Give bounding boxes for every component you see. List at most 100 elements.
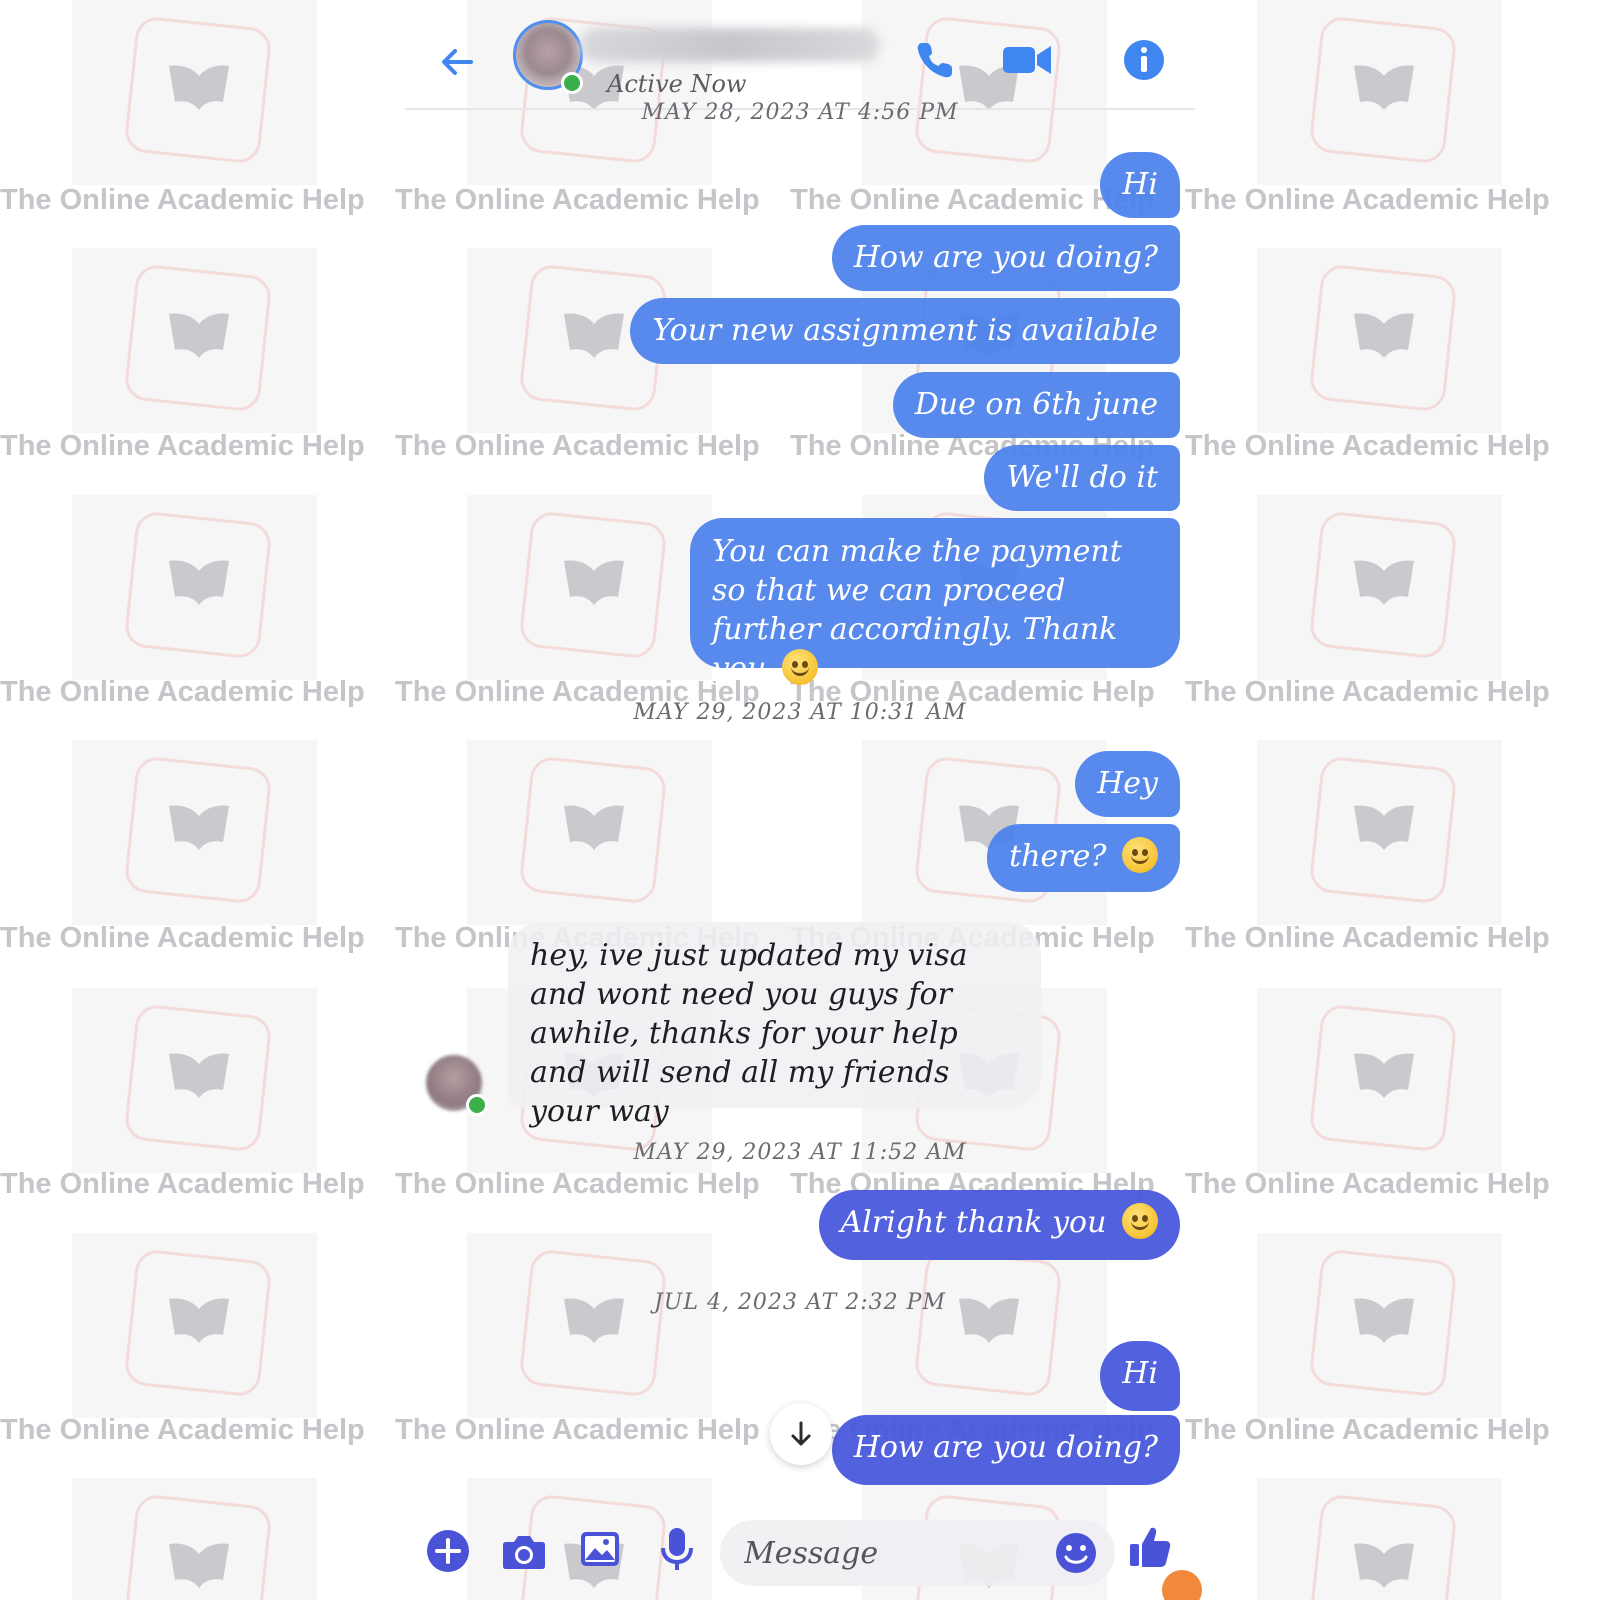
book-icon: [1354, 65, 1414, 110]
sent-message-bubble[interactable]: How are you doing?: [831, 225, 1180, 291]
like-button[interactable]: [1127, 1522, 1177, 1572]
book-icon: [1354, 1298, 1414, 1343]
watermark-logo: [467, 1233, 712, 1418]
plus-icon: [427, 1530, 469, 1572]
sent-message-bubble[interactable]: You can make the payment so that we can …: [690, 518, 1180, 686]
info-icon: [1124, 40, 1164, 80]
book-icon: [1354, 1543, 1414, 1588]
watermark-text: The Online Academic Help: [395, 1168, 760, 1200]
book-icon: [1354, 313, 1414, 358]
book-icon: [564, 805, 624, 850]
watermark-layer: The Online Academic Help The Online Acade…: [0, 0, 1600, 1600]
sent-message-bubble[interactable]: Due on 6th june: [892, 372, 1180, 438]
watermark-text: The Online Academic Help: [1185, 922, 1550, 954]
message-text: there?: [1009, 839, 1107, 874]
messenger-chat-screen: The Online Academic Help The Online Acade…: [0, 0, 1600, 1600]
gallery-icon: [581, 1532, 619, 1566]
watermark-logo: [1257, 1233, 1502, 1418]
watermark-logo: [1257, 248, 1502, 433]
watermark-text: The Online Academic Help: [0, 1168, 365, 1200]
book-icon: [169, 65, 229, 110]
watermark-text: The Online Academic Help: [0, 676, 365, 708]
watermark-logo: [1257, 495, 1502, 680]
sent-message-bubble[interactable]: How are you doing?: [831, 1415, 1180, 1485]
watermark-logo: [1257, 0, 1502, 185]
sent-message-bubble[interactable]: Hi: [1100, 1341, 1180, 1411]
watermark-logo: [72, 495, 317, 680]
microphone-icon: [661, 1528, 693, 1570]
voice-message-button[interactable]: [657, 1524, 707, 1574]
sent-message-bubble[interactable]: Your new assignment is available: [630, 298, 1180, 364]
watermark-logo: [72, 1233, 317, 1418]
corner-badge[interactable]: [1162, 1570, 1202, 1600]
timestamp: JUL 4, 2023 AT 2:32 PM: [653, 1290, 947, 1315]
book-icon: [169, 313, 229, 358]
book-icon: [1354, 805, 1414, 850]
presence-status: Active Now: [607, 70, 747, 98]
watermark-logo: [1257, 988, 1502, 1173]
watermark-text: The Online Academic Help: [1185, 1414, 1550, 1446]
sent-message-bubble[interactable]: Hi: [1100, 152, 1180, 218]
thumbs-up-icon: [1130, 1527, 1171, 1567]
message-text: Hi: [1122, 1356, 1158, 1391]
sent-message-bubble[interactable]: Alright thank you: [818, 1190, 1180, 1260]
message-text: Alright thank you: [840, 1205, 1107, 1240]
watermark-logo: [72, 248, 317, 433]
book-icon: [564, 313, 624, 358]
online-status-dot: [561, 72, 583, 94]
watermark-text: The Online Academic Help: [1185, 676, 1550, 708]
chat-header: Active Now: [405, 10, 1195, 110]
video-call-button[interactable]: [999, 35, 1055, 85]
conversation-info-button[interactable]: [1119, 35, 1169, 85]
timestamp: MAY 29, 2023 AT 11:52 AM: [633, 1140, 967, 1165]
message-text: Your new assignment is available: [652, 313, 1158, 348]
watermark-logo: [467, 495, 712, 680]
book-icon: [169, 805, 229, 850]
video-camera-icon: [1003, 46, 1051, 74]
watermark-logo: [72, 988, 317, 1173]
online-status-dot: [466, 1094, 488, 1116]
emoji-icon: [1056, 1533, 1096, 1573]
slightly-smiling-face-emoji-icon: [1122, 837, 1158, 873]
sent-message-bubble[interactable]: We'll do it: [984, 445, 1180, 511]
contact-name-redacted[interactable]: [580, 28, 880, 62]
sent-message-bubble[interactable]: Hey: [1075, 751, 1180, 817]
timestamp: MAY 29, 2023 AT 10:31 AM: [633, 700, 967, 725]
scroll-to-bottom-button[interactable]: [770, 1403, 832, 1465]
book-icon: [959, 1298, 1019, 1343]
watermark-text: The Online Academic Help: [395, 184, 760, 216]
message-text: Due on 6th june: [914, 387, 1158, 422]
message-text: How are you doing?: [853, 240, 1158, 275]
timestamp: MAY 28, 2023 AT 4:56 PM: [641, 100, 959, 125]
book-icon: [169, 1543, 229, 1588]
watermark-text: The Online Academic Help: [0, 430, 365, 462]
watermark-logo: [467, 740, 712, 925]
message-text: Hey: [1097, 766, 1158, 801]
watermark-text: The Online Academic Help: [0, 922, 365, 954]
sent-message-bubble[interactable]: there?: [987, 824, 1180, 892]
watermark-logo: [72, 740, 317, 925]
smiling-face-emoji-icon: [1122, 1203, 1158, 1239]
message-text: How are you doing?: [853, 1430, 1158, 1465]
contact-avatar[interactable]: [513, 20, 585, 94]
emoji-picker-button[interactable]: [1053, 1530, 1103, 1580]
book-icon: [169, 1298, 229, 1343]
phone-call-button[interactable]: [910, 35, 960, 85]
smiling-face-emoji-icon: [781, 649, 818, 685]
watermark-text: The Online Academic Help: [1185, 184, 1550, 216]
back-button[interactable]: [435, 40, 479, 84]
watermark-text: The Online Academic Help: [1185, 1168, 1550, 1200]
camera-button[interactable]: [500, 1528, 550, 1578]
book-icon: [564, 1298, 624, 1343]
book-icon: [1354, 1053, 1414, 1098]
watermark-text: The Online Academic Help: [395, 1414, 760, 1446]
book-icon: [564, 560, 624, 605]
message-text: We'll do it: [1006, 460, 1158, 495]
book-icon: [169, 1053, 229, 1098]
gallery-button[interactable]: [577, 1526, 627, 1576]
watermark-logo: [862, 1233, 1107, 1418]
phone-icon: [917, 43, 952, 78]
watermark-logo: [72, 0, 317, 185]
more-actions-button[interactable]: [425, 1528, 475, 1578]
received-message-bubble[interactable]: hey, ive just updated my visa and wont n…: [508, 922, 1041, 1129]
